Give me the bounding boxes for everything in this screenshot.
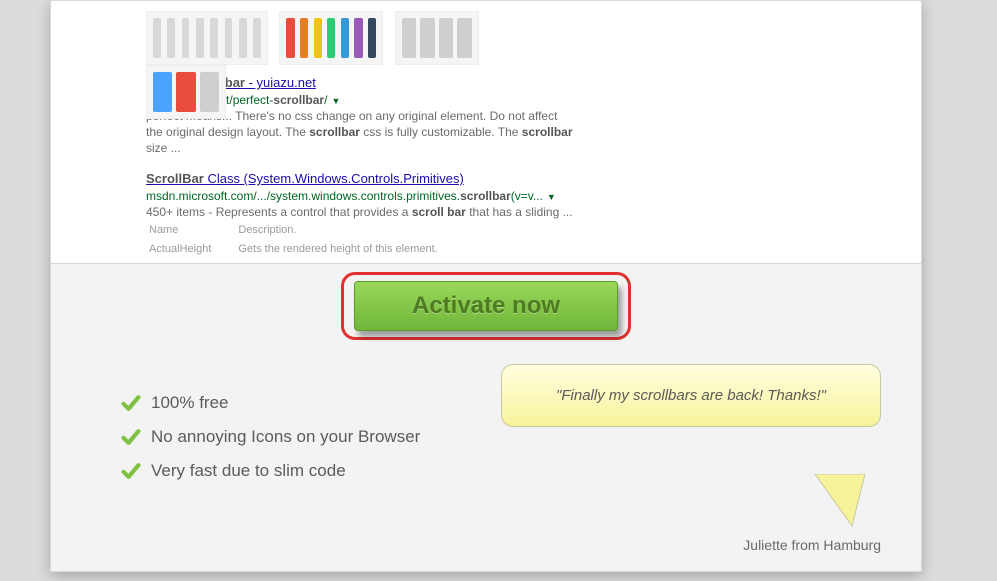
activate-button[interactable]: Activate now bbox=[354, 281, 618, 331]
feature-item: 100% free bbox=[121, 393, 420, 413]
image-result-row bbox=[146, 11, 576, 66]
result-url: msdn.microsoft.com/.../system.windows.co… bbox=[146, 189, 556, 203]
feature-item: Very fast due to slim code bbox=[121, 461, 420, 481]
cta-highlight: Activate now bbox=[341, 272, 631, 340]
testimonial: "Finally my scrollbars are back! Thanks!… bbox=[501, 364, 881, 427]
demo-window: perfect-scrollbar - yuiazu.net www.yuiaz… bbox=[50, 0, 922, 572]
result-snippet: 450+ items - Represents a control that p… bbox=[146, 205, 573, 219]
speech-bubble: "Finally my scrollbars are back! Thanks!… bbox=[501, 364, 881, 427]
image-thumb[interactable] bbox=[279, 11, 383, 65]
testimonial-author: Juliette from Hamburg bbox=[743, 537, 881, 553]
image-thumb[interactable] bbox=[146, 65, 226, 119]
feature-list: 100% free No annoying Icons on your Brow… bbox=[81, 393, 420, 495]
feature-item: No annoying Icons on your Browser bbox=[121, 427, 420, 447]
image-thumb[interactable] bbox=[146, 11, 268, 65]
check-icon bbox=[121, 427, 141, 447]
image-thumb[interactable] bbox=[395, 11, 479, 65]
promo-panel: Activate now 100% free No annoying Icons… bbox=[51, 263, 921, 571]
check-icon bbox=[121, 461, 141, 481]
dropdown-icon[interactable]: ▼ bbox=[331, 96, 340, 106]
result-title-link[interactable]: ScrollBar Class (System.Windows.Controls… bbox=[146, 171, 464, 186]
dropdown-icon[interactable]: ▼ bbox=[547, 192, 556, 202]
check-icon bbox=[121, 393, 141, 413]
